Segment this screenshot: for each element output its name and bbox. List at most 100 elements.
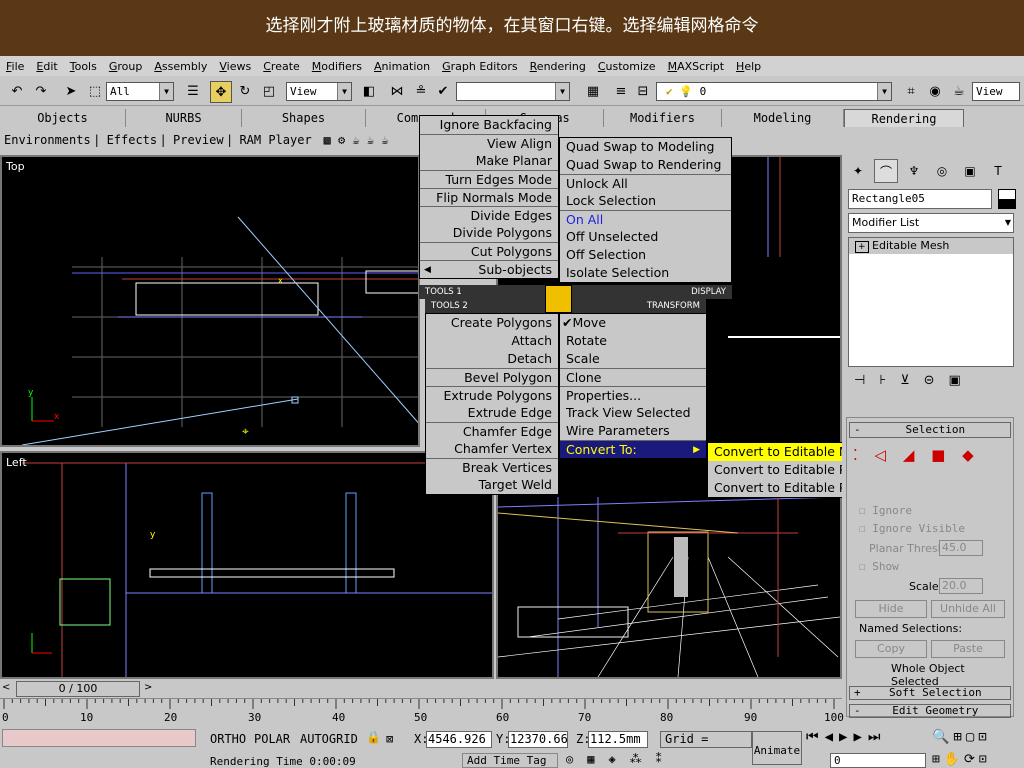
modifier-list-dropdown[interactable]: Modifier List ▼ xyxy=(848,213,1014,233)
move-icon[interactable]: ✥ xyxy=(210,81,232,103)
hide-button[interactable]: Hide xyxy=(855,600,927,618)
selection-rollout-title[interactable]: - Selection xyxy=(849,422,1011,438)
select-by-name-icon[interactable]: ☰ xyxy=(182,81,204,103)
target-weld-item[interactable]: Target Weld xyxy=(426,476,558,494)
viewport-nav-icons[interactable]: 🔍⊞▢⊡ xyxy=(932,729,991,745)
undo-icon[interactable]: ↶ xyxy=(6,81,28,103)
y-coordinate-field[interactable]: 12370.66 xyxy=(508,731,568,748)
render-icon[interactable]: ▩ ⚙ ☕ ☕ ☕ xyxy=(324,133,389,147)
off-selection-item[interactable]: Off Selection xyxy=(560,246,731,264)
move-item[interactable]: ✔Move xyxy=(560,314,706,332)
render-view-dropdown[interactable]: View xyxy=(972,82,1020,101)
menu-tools[interactable]: Tools xyxy=(64,60,103,73)
tab-modifiers[interactable]: Modifiers xyxy=(604,109,722,127)
cut-polygons-item[interactable]: Cut Polygons xyxy=(420,242,558,260)
viewport-top[interactable]: Top x y x ⌖ xyxy=(0,155,423,447)
x-coordinate-field[interactable]: 4546.926 xyxy=(426,731,492,748)
tab-shapes[interactable]: Shapes xyxy=(242,109,366,127)
ignore-backfacing-item[interactable]: Ignore Backfacing xyxy=(420,116,558,134)
mirror-icon[interactable]: ⋈ xyxy=(386,81,408,103)
properties-item[interactable]: Properties... xyxy=(560,386,706,404)
convert-to-item[interactable]: Convert To: ▶ xyxy=(560,440,706,458)
menu-customize[interactable]: Customize xyxy=(592,60,662,73)
edit-geometry-rollout[interactable]: - Edit Geometry xyxy=(849,704,1011,718)
ignore-backfacing-checkbox[interactable]: ☐ Ignore xyxy=(859,504,912,517)
align-icon[interactable]: ≗ xyxy=(410,81,432,103)
bevel-polygon-item[interactable]: Bevel Polygon xyxy=(426,368,558,386)
menu-create[interactable]: Create xyxy=(257,60,306,73)
maxscript-listener[interactable] xyxy=(2,729,196,747)
sub-object-level-icons[interactable]: ⁚ ◁ ◢ ■ ◆ xyxy=(853,446,980,464)
menu-edit[interactable]: Edit xyxy=(30,60,63,73)
layer-dropdown[interactable]: ✔ 💡 0 ▼ xyxy=(656,82,892,101)
make-planar-item[interactable]: Make Planar xyxy=(420,152,558,170)
scale-icon[interactable]: ◰ xyxy=(258,81,280,103)
timeline-ruler[interactable]: 0 10 20 30 40 50 60 70 80 90 100 xyxy=(0,698,844,726)
extrude-polygons-item[interactable]: Extrude Polygons xyxy=(426,386,558,404)
view-align-item[interactable]: View Align xyxy=(420,134,558,152)
layer-manager-icon[interactable]: ▦ xyxy=(582,81,604,103)
material-editor-icon[interactable]: ◉ xyxy=(924,81,946,103)
extrude-edge-item[interactable]: Extrude Edge xyxy=(426,404,558,422)
add-time-tag-button[interactable]: Add Time Tag xyxy=(462,753,558,768)
menu-graph-editors[interactable]: Graph Editors xyxy=(436,60,524,73)
menu-animation[interactable]: Animation xyxy=(368,60,436,73)
redo-icon[interactable]: ↷ xyxy=(30,81,52,103)
scale-spinner[interactable]: 20.0 xyxy=(939,578,983,594)
snap-check-icon[interactable]: ✔ xyxy=(432,81,454,103)
render-teapot-icon[interactable]: ☕ xyxy=(948,81,970,103)
prev-frame-icon[interactable]: < xyxy=(2,682,10,693)
quad-swap-modeling-item[interactable]: Quad Swap to Modeling xyxy=(560,138,731,156)
chamfer-vertex-item[interactable]: Chamfer Vertex xyxy=(426,440,558,458)
menu-views[interactable]: Views xyxy=(213,60,257,73)
wire-parameters-item[interactable]: Wire Parameters xyxy=(560,422,706,440)
layer-props-icon[interactable]: ⊟ xyxy=(632,81,654,103)
detach-item[interactable]: Detach xyxy=(426,350,558,368)
utilities-tab-icon[interactable]: T xyxy=(986,159,1010,183)
hierarchy-tab-icon[interactable]: ♆ xyxy=(902,159,926,183)
motion-tab-icon[interactable]: ◎ xyxy=(930,159,954,183)
track-view-selected-item[interactable]: Track View Selected xyxy=(560,404,706,422)
current-frame-field[interactable]: 0 xyxy=(830,753,926,768)
tab-objects[interactable]: Objects xyxy=(0,109,126,127)
menu-group[interactable]: Group xyxy=(103,60,149,73)
lock-icon[interactable]: 🔒 xyxy=(366,730,381,744)
orbit-pan-icons[interactable]: ⊞✋⟳⊡ xyxy=(932,752,991,767)
z-coordinate-field[interactable]: 112.5mm xyxy=(588,731,648,748)
tab-rendering[interactable]: Rendering xyxy=(844,109,964,127)
time-slider-thumb[interactable]: 0 / 100 xyxy=(16,681,140,697)
tab-modeling[interactable]: Modeling xyxy=(722,109,844,127)
stack-tools-icons[interactable]: ⊣⊦⊻⊝▣ xyxy=(854,373,975,388)
region-select-icon[interactable]: ⬚ xyxy=(84,81,106,103)
pivot-icon[interactable]: ◧ xyxy=(358,81,380,103)
object-name-field[interactable]: Rectangle05 xyxy=(848,189,992,209)
display-tab-icon[interactable]: ▣ xyxy=(958,159,982,183)
schematic-icon[interactable]: ⌗ xyxy=(900,81,922,103)
animate-button[interactable]: Animate xyxy=(752,731,802,765)
snap-toggle-icons[interactable]: ◎▦◈⁂⁑ xyxy=(566,752,676,766)
unhide-all-button[interactable]: Unhide All xyxy=(931,600,1005,618)
isolate-selection-item[interactable]: Isolate Selection xyxy=(560,264,731,282)
soft-selection-rollout[interactable]: + Soft Selection xyxy=(849,686,1011,700)
next-frame-icon[interactable]: > xyxy=(144,682,152,693)
unlock-all-item[interactable]: Unlock All xyxy=(560,174,731,192)
playback-controls[interactable]: ⏮◀▶▶⏭ xyxy=(806,729,887,745)
divide-polygons-item[interactable]: Divide Polygons xyxy=(420,224,558,242)
on-all-item[interactable]: On All xyxy=(560,210,731,228)
named-selection-dropdown[interactable]: ▼ xyxy=(456,82,570,101)
menu-help[interactable]: Help xyxy=(730,60,767,73)
off-unselected-item[interactable]: Off Unselected xyxy=(560,228,731,246)
attach-item[interactable]: Attach xyxy=(426,332,558,350)
environments-button[interactable]: Environments xyxy=(4,133,91,147)
ram-player-button[interactable]: RAM Player xyxy=(239,133,311,147)
absolute-mode-icon[interactable]: ⊠ xyxy=(386,732,393,746)
divide-edges-item[interactable]: Divide Edges xyxy=(420,206,558,224)
rotate-icon[interactable]: ↻ xyxy=(234,81,256,103)
select-arrow-icon[interactable]: ➤ xyxy=(60,81,82,103)
modify-tab-icon[interactable]: ⌒ xyxy=(874,159,898,183)
menu-maxscript[interactable]: MAXScript xyxy=(662,60,730,73)
stack-item-editable-mesh[interactable]: + Editable Mesh xyxy=(849,238,1013,254)
menu-modifiers[interactable]: Modifiers xyxy=(306,60,368,73)
autogrid-toggle[interactable]: AUTOGRID xyxy=(300,732,358,746)
copy-button[interactable]: Copy xyxy=(855,640,927,658)
